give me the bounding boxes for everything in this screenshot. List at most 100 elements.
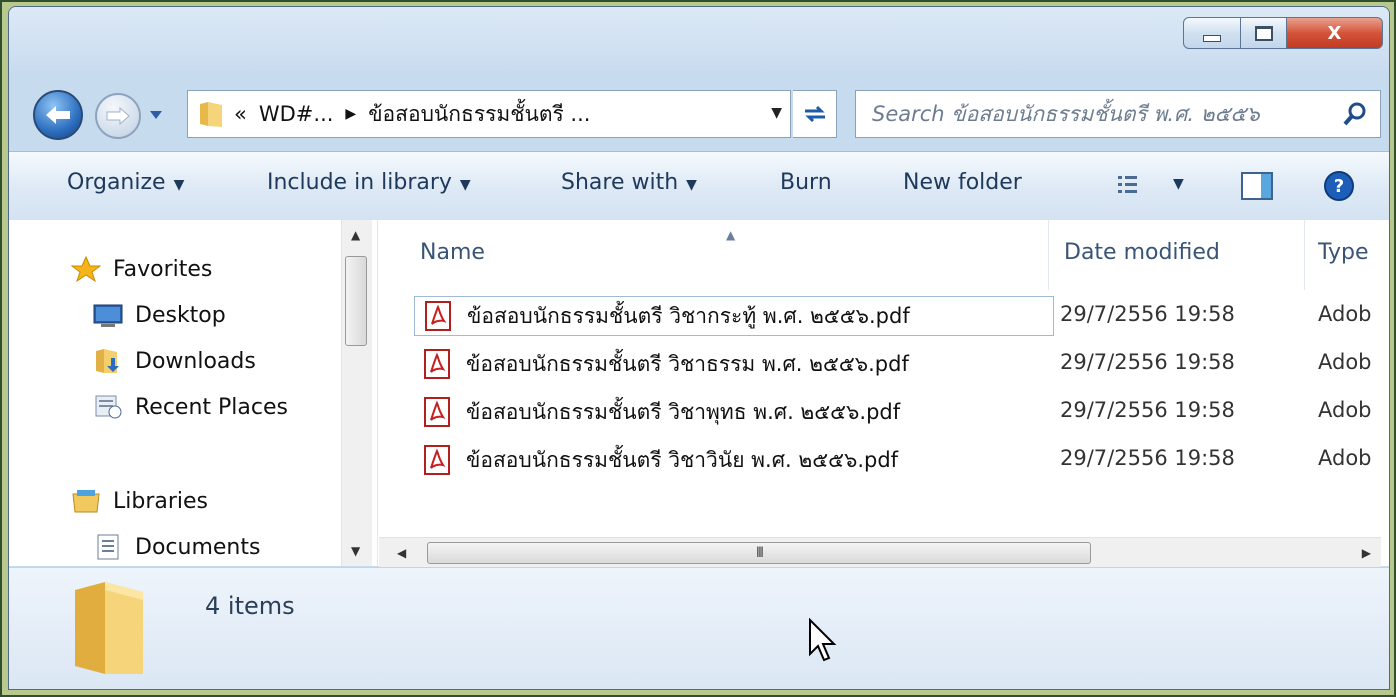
minimize-button[interactable] [1183, 17, 1241, 49]
sidebar-item-label: Libraries [113, 488, 209, 514]
nav-scroll-thumb[interactable] [345, 256, 367, 346]
pdf-icon [424, 397, 450, 427]
file-name-cell: ข้อสอบนักธรรมชั้นตรี วิชากระทู้ พ.ศ. ๒๕๕… [414, 296, 1054, 336]
file-name: ข้อสอบนักธรรมชั้นตรี วิชาพุทธ พ.ศ. ๒๕๕๖.… [466, 399, 901, 424]
sidebar-item-label: Desktop [135, 302, 226, 328]
chevron-down-icon: ▼ [173, 177, 185, 193]
breadcrumb-item-wd[interactable]: WD#... [259, 102, 334, 126]
search-icon[interactable] [1342, 101, 1368, 127]
breadcrumb: « WD#... ▶ ข้อสอบนักธรรมชั้นตรี ... [234, 98, 602, 131]
pdf-icon [425, 301, 451, 331]
sidebar-item-label: Favorites [113, 256, 213, 282]
back-button[interactable] [33, 90, 83, 140]
star-icon [71, 256, 101, 282]
horizontal-scroll-thumb[interactable]: III [427, 542, 1091, 564]
address-bar[interactable]: « WD#... ▶ ข้อสอบนักธรรมชั้นตรี ... ▼ [187, 90, 791, 138]
file-type: Adob [1318, 350, 1372, 374]
breadcrumb-item-current[interactable]: ข้อสอบนักธรรมชั้นตรี ... [368, 98, 590, 131]
minimize-icon [1203, 34, 1221, 42]
share-label: Share with [561, 170, 679, 195]
file-row[interactable]: ข้อสอบนักธรรมชั้นตรี วิชาพุทธ พ.ศ. ๒๕๕๖.… [414, 392, 1389, 432]
file-name: ข้อสอบนักธรรมชั้นตรี วิชาธรรม พ.ศ. ๒๕๕๖.… [466, 351, 909, 376]
sidebar-item-recent-places[interactable]: Recent Places [93, 394, 288, 420]
forward-button[interactable] [95, 93, 141, 139]
file-name-cell: ข้อสอบนักธรรมชั้นตรี วิชาพุทธ พ.ศ. ๒๕๕๖.… [414, 392, 1054, 432]
chevron-down-icon: ▼ [686, 177, 697, 193]
preview-pane-icon[interactable] [1241, 172, 1273, 200]
views-dropdown-icon[interactable]: ▼ [1173, 176, 1184, 192]
sidebar-item-documents[interactable]: Documents [93, 534, 260, 560]
file-type: Adob [1318, 398, 1372, 422]
caption-buttons: X [1183, 17, 1383, 51]
file-row[interactable]: ข้อสอบนักธรรมชั้นตรี วิชาธรรม พ.ศ. ๒๕๕๖.… [414, 344, 1389, 384]
close-icon: X [1327, 22, 1342, 44]
documents-icon [97, 534, 119, 560]
file-list: ▲ Name Date modified Type ข้อสอบนักธรรมช… [377, 220, 1389, 566]
column-divider[interactable] [1304, 220, 1305, 290]
search-input[interactable]: Search ข้อสอบนักธรรมชั้นตรี พ.ศ. ๒๕๕๖ [872, 98, 1342, 131]
file-name: ข้อสอบนักธรรมชั้นตรี วิชาวินัย พ.ศ. ๒๕๕๖… [466, 447, 899, 472]
sidebar-item-downloads[interactable]: Downloads [93, 348, 256, 374]
mouse-cursor-icon [809, 618, 837, 662]
new-folder-button[interactable]: New folder [903, 170, 1022, 195]
scroll-right-icon[interactable]: ▶ [1362, 546, 1371, 560]
downloads-folder-icon [96, 349, 119, 373]
close-button[interactable]: X [1287, 17, 1383, 49]
recent-pages-dropdown-icon[interactable] [149, 109, 163, 121]
burn-button[interactable]: Burn [780, 170, 832, 195]
maximize-button[interactable] [1241, 17, 1287, 49]
file-type: Adob [1318, 302, 1372, 326]
file-type: Adob [1318, 446, 1372, 470]
navigation-pane: Favorites Desktop Downloads Recent Place… [9, 220, 377, 566]
file-row[interactable]: ข้อสอบนักธรรมชั้นตรี วิชาวินัย พ.ศ. ๒๕๕๖… [414, 440, 1389, 480]
help-icon[interactable]: ? [1323, 170, 1355, 202]
organize-label: Organize [67, 170, 166, 195]
breadcrumb-overflow[interactable]: « [234, 102, 247, 126]
share-with-button[interactable]: Share with ▼ [561, 170, 697, 195]
details-pane: 4 items [9, 567, 1389, 689]
sort-ascending-icon: ▲ [726, 228, 736, 242]
organize-button[interactable]: Organize ▼ [67, 170, 184, 195]
file-row[interactable]: ข้อสอบนักธรรมชั้นตรี วิชากระทู้ พ.ศ. ๒๕๕… [414, 296, 1389, 336]
forward-arrow-icon [106, 106, 130, 126]
folder-icon [200, 102, 222, 127]
sidebar-item-favorites[interactable]: Favorites [71, 256, 212, 282]
scroll-down-icon[interactable]: ▼ [351, 544, 360, 558]
scroll-up-icon[interactable]: ▲ [351, 228, 360, 242]
sidebar-item-label: Recent Places [135, 394, 288, 420]
search-box[interactable]: Search ข้อสอบนักธรรมชั้นตรี พ.ศ. ๒๕๕๖ [855, 90, 1381, 138]
file-name-cell: ข้อสอบนักธรรมชั้นตรี วิชาวินัย พ.ศ. ๒๕๕๖… [414, 440, 1054, 480]
refresh-icon [804, 105, 825, 123]
sidebar-item-desktop[interactable]: Desktop [93, 302, 226, 328]
address-dropdown-icon[interactable]: ▼ [771, 105, 782, 121]
file-name: ข้อสอบนักธรรมชั้นตรี วิชากระทู้ พ.ศ. ๒๕๕… [467, 303, 910, 328]
include-in-library-button[interactable]: Include in library ▼ [267, 170, 471, 195]
file-date: 29/7/2556 19:58 [1060, 350, 1235, 374]
scroll-left-icon[interactable]: ◀ [397, 546, 406, 560]
sidebar-item-label: Downloads [135, 348, 256, 374]
column-name[interactable]: Name [420, 240, 485, 265]
file-date: 29/7/2556 19:58 [1060, 302, 1235, 326]
file-name-cell: ข้อสอบนักธรรมชั้นตรี วิชาธรรม พ.ศ. ๒๕๕๖.… [414, 344, 1054, 384]
libraries-icon [72, 490, 100, 513]
pdf-icon [424, 445, 450, 475]
horizontal-scrollbar[interactable]: ◀ III ▶ [379, 537, 1381, 568]
breadcrumb-chevron-icon[interactable]: ▶ [345, 106, 356, 122]
pdf-icon [424, 349, 450, 379]
command-bar: Organize ▼ Include in library ▼ Share with… [9, 151, 1389, 221]
desktop-icon [93, 304, 123, 327]
chevron-down-icon: ▼ [459, 177, 471, 193]
title-bar: X [9, 7, 1389, 71]
nav-vertical-scrollbar[interactable]: ▲ ▼ [341, 220, 372, 566]
navigation-row: « WD#... ▶ ข้อสอบนักธรรมชั้นตรี ... ▼ Se… [9, 71, 1389, 151]
sidebar-item-libraries[interactable]: Libraries [71, 488, 208, 514]
sidebar-item-label: Documents [135, 534, 261, 560]
include-label: Include in library [267, 170, 452, 195]
refresh-button[interactable] [793, 90, 837, 138]
svg-text:?: ? [1334, 176, 1344, 197]
views-icon[interactable] [1117, 174, 1139, 196]
column-date-modified[interactable]: Date modified [1064, 240, 1220, 265]
column-divider[interactable] [1048, 220, 1049, 290]
file-date: 29/7/2556 19:58 [1060, 398, 1235, 422]
column-type[interactable]: Type [1318, 240, 1369, 265]
